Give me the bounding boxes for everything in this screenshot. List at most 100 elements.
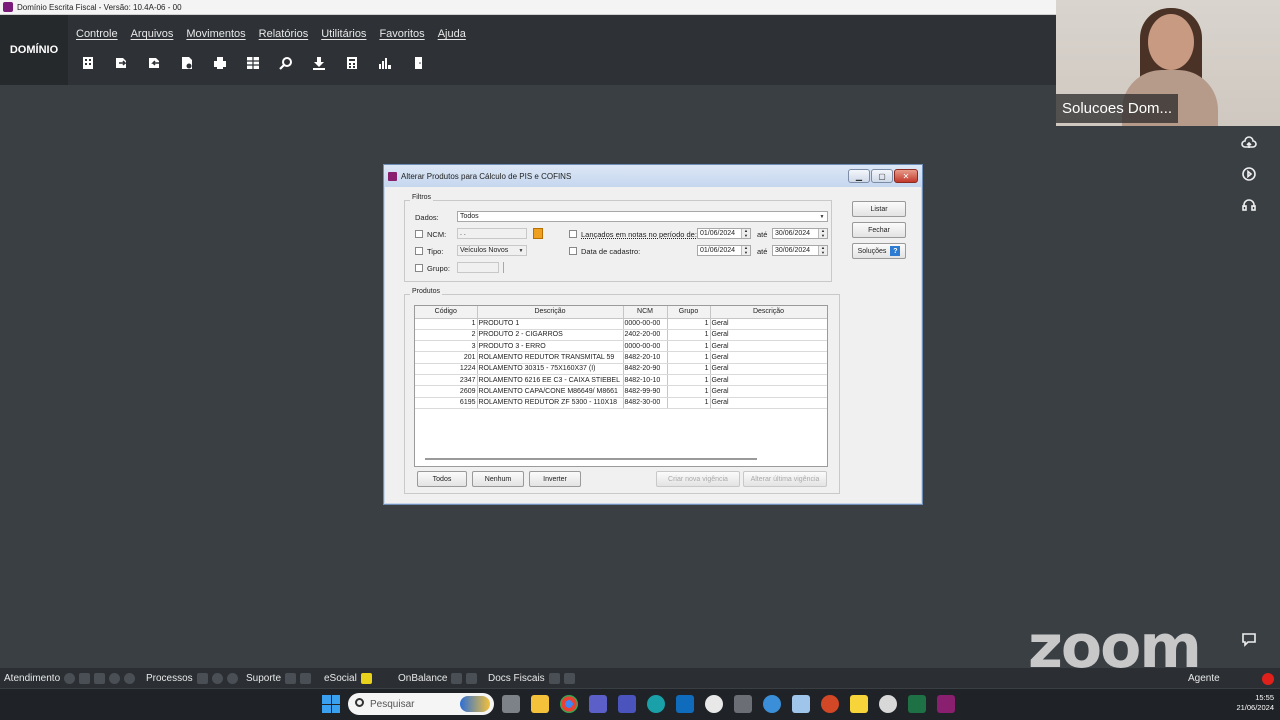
grupo-checkbox[interactable] bbox=[415, 264, 423, 272]
cell-grupo: 1 bbox=[667, 363, 711, 375]
status-indicator-icon bbox=[285, 672, 297, 684]
lancados-from-field[interactable]: 01/06/2024 ▲ ▼ bbox=[697, 228, 751, 239]
windows-start-icon[interactable] bbox=[322, 695, 340, 713]
menu-arquivos[interactable]: Arquivos bbox=[131, 28, 174, 40]
menu-relatorios[interactable]: Relatórios bbox=[259, 28, 309, 40]
report-icon[interactable] bbox=[177, 53, 197, 73]
download-icon[interactable] bbox=[309, 53, 329, 73]
cadastro-to-field[interactable]: 30/06/2024 ▲ ▼ bbox=[772, 245, 828, 256]
ncm-checkbox[interactable] bbox=[415, 230, 423, 238]
ncm-lookup-icon[interactable] bbox=[533, 228, 543, 239]
column-header-ncm[interactable]: NCM bbox=[623, 306, 668, 319]
task-view-icon[interactable] bbox=[502, 695, 520, 713]
column-header-grupo-descricao[interactable]: Descrição bbox=[710, 306, 827, 319]
building-icon[interactable] bbox=[78, 53, 98, 73]
table-row[interactable]: 201 ROLAMENTO REDUTOR TRANSMITAL 59 8482… bbox=[415, 351, 827, 364]
chart-icon[interactable] bbox=[375, 53, 395, 73]
sticky-notes-icon[interactable] bbox=[850, 695, 868, 713]
tipo-checkbox[interactable] bbox=[415, 247, 423, 255]
status-agente[interactable]: Agente bbox=[1188, 673, 1220, 684]
globe-icon[interactable] bbox=[763, 695, 781, 713]
brand-logo: DOMÍNIO bbox=[0, 15, 68, 85]
dialog-titlebar[interactable]: Alterar Produtos para Cálculo de PIS e C… bbox=[384, 165, 922, 187]
lancados-ate-label: até bbox=[757, 230, 768, 239]
outlook-icon[interactable] bbox=[676, 695, 694, 713]
cloud-upload-icon[interactable] bbox=[1238, 134, 1260, 152]
todos-button[interactable]: Todos bbox=[417, 471, 467, 487]
table-row[interactable]: 2 PRODUTO 2 - CIGARROS 2402-20-00 1 Gera… bbox=[415, 329, 827, 342]
taskbar-search[interactable]: Pesquisar bbox=[348, 693, 494, 715]
inverter-button[interactable]: Inverter bbox=[529, 471, 581, 487]
table-row[interactable]: 3 PRODUTO 3 - ERRO 0000-00-00 1 Geral bbox=[415, 340, 827, 353]
menu-movimentos[interactable]: Movimentos bbox=[186, 28, 245, 40]
import-icon[interactable] bbox=[144, 53, 164, 73]
cadastro-from-field[interactable]: 01/06/2024 ▲ ▼ bbox=[697, 245, 751, 256]
solucoes-button[interactable]: Soluções ? bbox=[852, 243, 906, 259]
dados-select[interactable]: Todos ▼ bbox=[457, 211, 828, 222]
nenhum-button[interactable]: Nenhum bbox=[472, 471, 524, 487]
play-icon[interactable] bbox=[1238, 165, 1260, 183]
cloud-icon[interactable] bbox=[879, 695, 897, 713]
snipping-tool-icon[interactable] bbox=[734, 695, 752, 713]
door-icon[interactable] bbox=[408, 53, 428, 73]
lancados-to-field[interactable]: 30/06/2024 ▲ ▼ bbox=[772, 228, 828, 239]
status-processos[interactable]: Processos bbox=[146, 672, 238, 684]
cell-codigo: 1 bbox=[415, 318, 478, 330]
tipo-select[interactable]: Veículos Novos ▼ bbox=[457, 245, 527, 256]
horizontal-scrollbar[interactable] bbox=[425, 458, 757, 460]
ncm-field[interactable]: . . bbox=[457, 228, 527, 239]
menu-favoritos[interactable]: Favoritos bbox=[379, 28, 424, 40]
cadastro-checkbox[interactable] bbox=[569, 247, 577, 255]
table-row[interactable]: 2609 ROLAMENTO CAPA/CONE M86649/ M8661 8… bbox=[415, 385, 827, 398]
menu-utilitarios[interactable]: Utilitários bbox=[321, 28, 366, 40]
status-onbalance[interactable]: OnBalance bbox=[398, 672, 478, 684]
table-icon[interactable] bbox=[243, 53, 263, 73]
chat-icon[interactable] bbox=[1238, 630, 1260, 648]
export-icon[interactable] bbox=[111, 53, 131, 73]
status-esocial[interactable]: eSocial bbox=[324, 672, 372, 684]
taskbar-clock[interactable]: 15:55 21/06/2024 bbox=[1214, 693, 1274, 713]
table-row[interactable]: 1 PRODUTO 1 0000-00-00 1 Geral bbox=[415, 318, 827, 330]
maximize-icon[interactable]: ▢ bbox=[871, 169, 893, 183]
chrome-icon[interactable] bbox=[560, 695, 578, 713]
cell-grupo: 1 bbox=[667, 385, 711, 398]
notepad-icon[interactable] bbox=[792, 695, 810, 713]
status-atendimento[interactable]: Atendimento bbox=[4, 672, 136, 684]
powerpoint-icon[interactable] bbox=[821, 695, 839, 713]
alterar-vigencia-button[interactable]: Alterar última vigência bbox=[743, 471, 827, 487]
criar-vigencia-button[interactable]: Criar nova vigência bbox=[656, 471, 740, 487]
dominio-app-icon[interactable] bbox=[937, 695, 955, 713]
teams-icon[interactable] bbox=[589, 695, 607, 713]
status-docs-fiscais[interactable]: Docs Fiscais bbox=[488, 672, 575, 684]
close-icon[interactable]: ✕ bbox=[894, 169, 918, 183]
listar-button[interactable]: Listar bbox=[852, 201, 906, 217]
lancados-checkbox[interactable] bbox=[569, 230, 577, 238]
headset-icon[interactable] bbox=[1238, 196, 1260, 214]
minimize-icon[interactable]: ▁ bbox=[848, 169, 870, 183]
calculator-icon[interactable] bbox=[342, 53, 362, 73]
column-header-grupo[interactable]: Grupo bbox=[667, 306, 711, 319]
table-row[interactable]: 1224 ROLAMENTO 30315 - 75X160X37 (I) 848… bbox=[415, 363, 827, 375]
date-spinner-icon[interactable]: ▲ ▼ bbox=[818, 245, 827, 255]
menu-controle[interactable]: Controle bbox=[76, 28, 118, 40]
excel-icon[interactable] bbox=[908, 695, 926, 713]
column-header-codigo[interactable]: Código bbox=[415, 306, 478, 319]
teams-work-icon[interactable] bbox=[618, 695, 636, 713]
edge-icon[interactable] bbox=[647, 695, 665, 713]
date-spinner-icon[interactable]: ▲ ▼ bbox=[741, 245, 750, 255]
table-row[interactable]: 6195 ROLAMENTO REDUTOR ZF 5300 - 110X18 … bbox=[415, 397, 827, 409]
column-header-descricao[interactable]: Descrição bbox=[477, 306, 624, 319]
grupo-desc-field[interactable] bbox=[503, 262, 828, 273]
status-suporte[interactable]: Suporte bbox=[246, 672, 312, 684]
fechar-button[interactable]: Fechar bbox=[852, 222, 906, 238]
date-spinner-icon[interactable]: ▲ ▼ bbox=[741, 228, 750, 238]
search-icon[interactable] bbox=[276, 53, 296, 73]
print-icon[interactable] bbox=[210, 53, 230, 73]
table-row[interactable]: 2347 ROLAMENTO 6216 EE C3 - CAIXA STIEBE… bbox=[415, 374, 827, 387]
browser-icon[interactable] bbox=[705, 695, 723, 713]
date-spinner-icon[interactable]: ▲ ▼ bbox=[818, 228, 827, 238]
products-table[interactable]: Código Descrição NCM Grupo Descrição 1 P… bbox=[414, 305, 828, 467]
menu-ajuda[interactable]: Ajuda bbox=[438, 28, 466, 40]
file-explorer-icon[interactable] bbox=[531, 695, 549, 713]
grupo-code-field[interactable] bbox=[457, 262, 499, 273]
